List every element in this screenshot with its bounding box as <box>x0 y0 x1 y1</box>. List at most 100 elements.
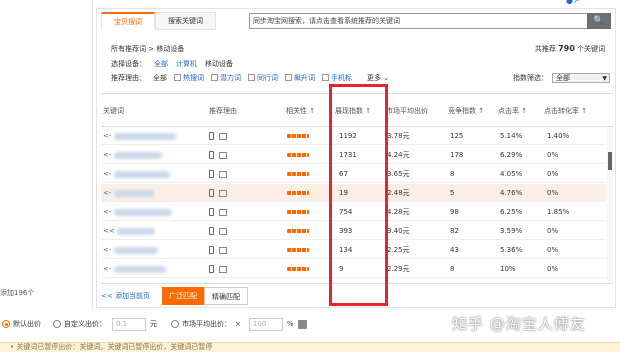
reason-option-peer[interactable]: 同行词 <box>248 73 278 83</box>
pc-icon <box>219 227 227 235</box>
breadcrumb: 所有推荐词 > 移动设备 <box>111 45 185 53</box>
relevance-cell <box>287 203 309 221</box>
col-competition[interactable]: 竞争指数 ↑ <box>448 94 484 128</box>
cvr-cell: 0% <box>547 151 559 159</box>
checkbox-icon[interactable] <box>174 74 181 81</box>
pc-icon <box>219 151 227 159</box>
market-bid-cell: 3.78元 <box>387 132 410 140</box>
search-input[interactable]: 同步淘宝网搜索，请点击查看系统推荐的关键词 🔍 <box>249 13 611 29</box>
search-input-value: 同步淘宝网搜索，请点击查看系统推荐的关键词 <box>253 17 400 25</box>
keyword-cell[interactable]: <- <box>103 260 166 278</box>
reason-cell <box>209 146 227 164</box>
col-competition-label: 竞争指数 <box>448 107 476 115</box>
keyword-cell[interactable]: <- <box>103 146 162 164</box>
broad-match-button[interactable]: 广泛匹配 <box>161 286 204 305</box>
add-keyword-icon[interactable]: <- <box>103 151 111 159</box>
keyword-blurred <box>113 151 162 159</box>
reason-option-mobile-label: 手机标 <box>331 74 352 82</box>
radio-icon[interactable] <box>171 320 179 328</box>
tab-item-search[interactable]: 宝贝搜词 <box>101 12 155 30</box>
reason-cell <box>209 127 227 145</box>
default-bid-option[interactable]: 默认出价 <box>2 319 41 329</box>
keyword-cell[interactable]: << <box>103 222 155 240</box>
custom-bid-option[interactable]: 自定义出价： <box>53 319 106 329</box>
add-keyword-icon[interactable]: <- <box>103 170 111 178</box>
keyword-cell[interactable]: <- <box>103 165 170 183</box>
keyword-cell[interactable]: <- <box>103 241 158 259</box>
scrollbar-thumb[interactable] <box>608 152 612 170</box>
device-option-all[interactable]: 全部 <box>154 59 168 69</box>
reason-all[interactable]: 全部 <box>153 73 167 83</box>
chevron-down-icon: ⌄ <box>383 74 390 82</box>
phone-icon <box>209 132 214 140</box>
top-right-icons[interactable]: ●↗ <box>566 0 580 5</box>
col-market-bid[interactable]: 市场平均出价 <box>386 94 436 128</box>
checkbox-icon[interactable] <box>248 74 255 81</box>
radio-icon[interactable] <box>2 320 10 328</box>
col-keyword[interactable]: 关键词 <box>103 94 124 128</box>
search-button[interactable]: 🔍 <box>587 13 611 29</box>
cvr-cell: 0% <box>547 189 559 197</box>
reason-option-mobile[interactable]: 手机标 <box>322 73 352 83</box>
col-reason: 推荐理由 <box>209 107 237 115</box>
tab-search-keyword[interactable]: 搜索关键词 <box>155 12 216 30</box>
col-ctr[interactable]: 点击率 ↑ <box>498 94 527 128</box>
checkbox-icon[interactable] <box>211 74 218 81</box>
phone-icon <box>209 265 214 273</box>
col-cvr[interactable]: 点击转化率 ↑ <box>544 94 587 128</box>
col-relevance-label: 相关性 <box>286 107 307 115</box>
add-keyword-icon[interactable]: <- <box>103 208 111 216</box>
reason-option-potential[interactable]: 潜力词 <box>211 73 241 83</box>
tab-bar: 宝贝搜词 搜索关键词 <box>101 12 216 30</box>
sort-icon: ↑ <box>521 107 528 115</box>
device-option-pc[interactable]: 计算机 <box>176 59 197 69</box>
phone-icon <box>209 208 214 216</box>
market-bid-cell: 4.28元 <box>387 208 410 216</box>
keyword-cell[interactable]: <- <box>103 203 172 221</box>
reason-more[interactable]: 更多 ⌄ <box>367 73 389 83</box>
col-relevance[interactable]: 相关性 ↑ <box>286 94 315 128</box>
device-option-mobile[interactable]: 移动设备 <box>205 59 233 69</box>
added-count: 添加196个 <box>0 289 35 297</box>
checkbox-icon[interactable] <box>322 74 329 81</box>
custom-bid-unit: 元 <box>150 320 157 328</box>
keyword-cell[interactable]: <- <box>103 184 154 202</box>
checkbox-icon[interactable] <box>285 74 292 81</box>
calculator-icon[interactable] <box>297 319 307 329</box>
market-bid-cell: 0.77元 <box>387 279 410 281</box>
exact-match-button[interactable]: 精确匹配 <box>203 286 248 305</box>
reason-option-peer-label: 同行词 <box>257 74 278 82</box>
relevance-cell <box>287 260 309 278</box>
device-label: 选择设备： <box>111 60 146 68</box>
index-filter-select[interactable]: 全部 ▼ <box>552 73 610 83</box>
market-bid-option[interactable]: 市场平均出价： <box>171 319 231 329</box>
keyword-cell[interactable]: <- <box>103 127 176 145</box>
ctr-cell: 4.05% <box>500 170 523 178</box>
keyword-blurred <box>113 208 172 216</box>
market-bid-cell: 2.29元 <box>387 265 410 273</box>
add-keyword-icon[interactable]: <- <box>103 189 111 197</box>
watermark: 知乎 @淘宝人傅友 <box>452 315 586 333</box>
reason-option-hot[interactable]: 热搜词 <box>174 73 204 83</box>
add-current-page-button[interactable]: << 添加当前页 <box>101 291 150 301</box>
market-percent-input[interactable]: 100 <box>248 317 283 331</box>
market-bid-label: 市场平均出价： <box>182 320 231 328</box>
add-keyword-icon[interactable]: <- <box>103 265 111 273</box>
scrollbar[interactable] <box>607 127 613 281</box>
keyword-blurred <box>113 189 154 197</box>
competition-cell: 64 <box>450 279 459 281</box>
phone-icon <box>209 246 214 254</box>
cvr-cell: 1.85% <box>547 208 570 216</box>
radio-icon[interactable] <box>53 320 61 328</box>
custom-bid-input[interactable]: 0.1 <box>112 317 146 331</box>
cvr-cell: 0% <box>547 227 559 235</box>
add-keyword-icon[interactable]: <- <box>103 246 111 254</box>
reason-option-rising[interactable]: 飙升词 <box>285 73 315 83</box>
phone-icon <box>209 170 214 178</box>
relevance-bar <box>287 210 309 214</box>
competition-cell: 98 <box>450 208 459 216</box>
phone-icon <box>209 189 214 197</box>
add-keyword-icon[interactable]: <- <box>103 132 111 140</box>
keyword-cell[interactable]: <- <box>103 279 174 281</box>
add-keyword-icon[interactable]: << <box>103 227 115 235</box>
